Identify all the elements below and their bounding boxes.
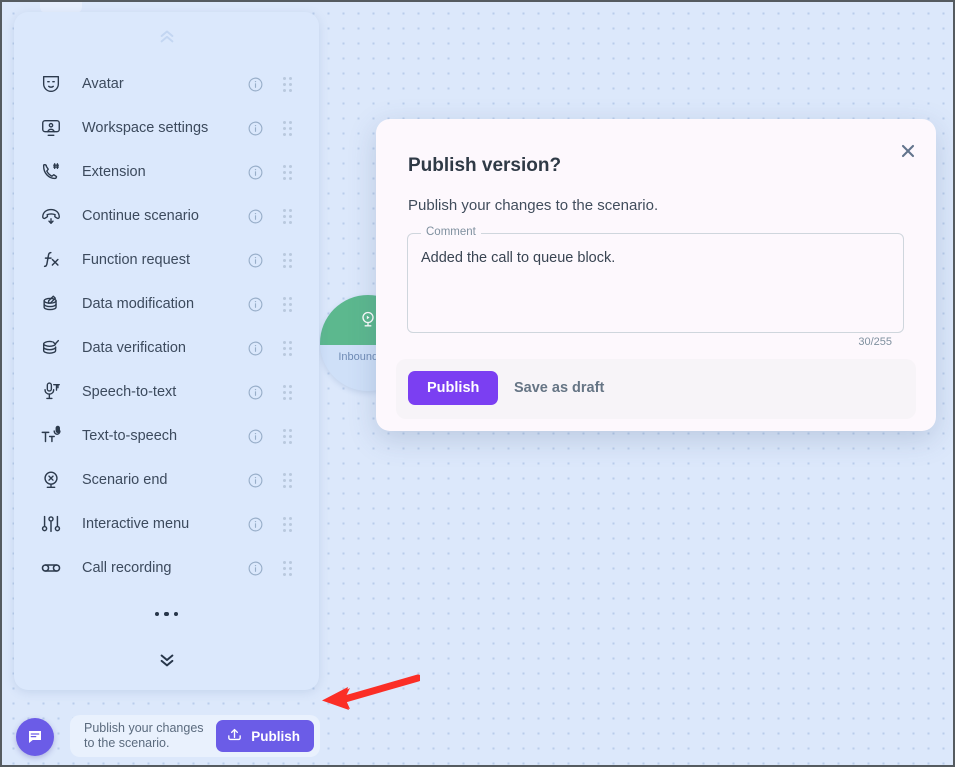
call-recording-icon (36, 553, 66, 583)
info-circle-icon[interactable] (245, 250, 265, 270)
sidebar-item-function-request[interactable]: Function request (14, 238, 319, 282)
dialog-subtitle: Publish your changes to the scenario. (408, 197, 659, 214)
info-circle-icon[interactable] (245, 118, 265, 138)
blocks-sidebar: Avatar Workspace settings Extension Cont… (14, 12, 319, 690)
save-as-draft-button[interactable]: Save as draft (514, 371, 604, 405)
drag-handle-icon[interactable] (273, 205, 301, 227)
sidebar-item-workspace-settings[interactable]: Workspace settings (14, 106, 319, 150)
comment-field[interactable]: Comment 30/255 (407, 226, 904, 348)
drag-handle-icon[interactable] (273, 337, 301, 359)
info-circle-icon[interactable] (245, 74, 265, 94)
comment-label: Comment (421, 226, 481, 238)
sidebar-item-continue-scenario[interactable]: Continue scenario (14, 194, 319, 238)
sidebar-item-label: Function request (82, 252, 191, 268)
drag-handle-icon[interactable] (273, 425, 301, 447)
sidebar-item-label: Workspace settings (82, 120, 209, 136)
sidebar-item-data-modification[interactable]: Data modification (14, 282, 319, 326)
sidebar-item-speech-to-text[interactable]: Speech-to-text (14, 370, 319, 414)
phone-hash-icon (36, 157, 66, 187)
publish-version-dialog: Publish version? Publish your changes to… (376, 119, 936, 431)
publish-toolbar: Publish your changes to the scenario. Pu… (70, 715, 320, 757)
info-circle-icon[interactable] (245, 470, 265, 490)
block-list: Avatar Workspace settings Extension Cont… (14, 60, 319, 590)
sidebar-item-extension[interactable]: Extension (14, 150, 319, 194)
drag-handle-icon[interactable] (273, 513, 301, 535)
app-window: Inbound call Avatar Workspace settings E… (0, 0, 955, 767)
chevron-double-up-icon[interactable] (14, 12, 319, 60)
sliders-menu-icon (36, 509, 66, 539)
toolbar-publish-button[interactable]: Publish (216, 720, 314, 752)
phone-down-arrow-icon (36, 201, 66, 231)
sidebar-item-label: Data modification (82, 296, 195, 312)
dialog-title: Publish version? (408, 155, 562, 176)
workspace-monitor-icon (36, 113, 66, 143)
sidebar-item-interactive-menu[interactable]: Interactive menu (14, 502, 319, 546)
dialog-footer: Publish Save as draft (396, 359, 916, 419)
chat-bubble-icon[interactable] (16, 718, 54, 756)
drag-handle-icon[interactable] (273, 117, 301, 139)
drag-handle-icon[interactable] (273, 381, 301, 403)
sidebar-item-avatar[interactable]: Avatar (14, 62, 319, 106)
upload-publish-icon (226, 726, 243, 746)
avatar-mask-icon (36, 69, 66, 99)
text-microphone-icon (36, 421, 66, 451)
info-circle-icon[interactable] (245, 558, 265, 578)
drag-handle-icon[interactable] (273, 293, 301, 315)
sidebar-item-label: Call recording (82, 560, 172, 576)
sidebar-item-label: Interactive menu (82, 516, 190, 532)
publish-hint: Publish your changes to the scenario. (84, 721, 204, 750)
chevron-double-down-icon[interactable] (14, 638, 319, 682)
character-counter: 30/255 (855, 336, 895, 348)
sidebar-item-label: Continue scenario (82, 208, 199, 224)
drag-handle-icon[interactable] (273, 557, 301, 579)
drag-handle-icon[interactable] (273, 73, 301, 95)
info-circle-icon[interactable] (245, 426, 265, 446)
info-circle-icon[interactable] (245, 206, 265, 226)
drag-handle-icon[interactable] (273, 249, 301, 271)
info-circle-icon[interactable] (245, 338, 265, 358)
toolbar-publish-label: Publish (251, 728, 300, 744)
comment-input[interactable] (421, 250, 891, 320)
info-circle-icon[interactable] (245, 162, 265, 182)
sidebar-item-label: Speech-to-text (82, 384, 177, 400)
sidebar-item-text-to-speech[interactable]: Text-to-speech (14, 414, 319, 458)
close-x-icon[interactable] (896, 139, 920, 163)
sidebar-item-label: Data verification (82, 340, 186, 356)
sidebar-item-label: Extension (82, 164, 146, 180)
circle-x-stand-icon (36, 465, 66, 495)
info-circle-icon[interactable] (245, 294, 265, 314)
database-pencil-icon (36, 289, 66, 319)
sidebar-item-label: Text-to-speech (82, 428, 178, 444)
info-circle-icon[interactable] (245, 514, 265, 534)
info-circle-icon[interactable] (245, 382, 265, 402)
sidebar-item-scenario-end[interactable]: Scenario end (14, 458, 319, 502)
fx-function-icon (36, 245, 66, 275)
microphone-text-icon (36, 377, 66, 407)
drag-handle-icon[interactable] (273, 469, 301, 491)
sidebar-item-data-verification[interactable]: Data verification (14, 326, 319, 370)
database-check-icon (36, 333, 66, 363)
sidebar-item-label: Scenario end (82, 472, 168, 488)
sidebar-item-call-recording[interactable]: Call recording (14, 546, 319, 590)
sidebar-item-label: Avatar (82, 76, 124, 92)
publish-button[interactable]: Publish (408, 371, 499, 405)
more-dots-icon[interactable] (14, 590, 319, 638)
drag-handle-icon[interactable] (273, 161, 301, 183)
